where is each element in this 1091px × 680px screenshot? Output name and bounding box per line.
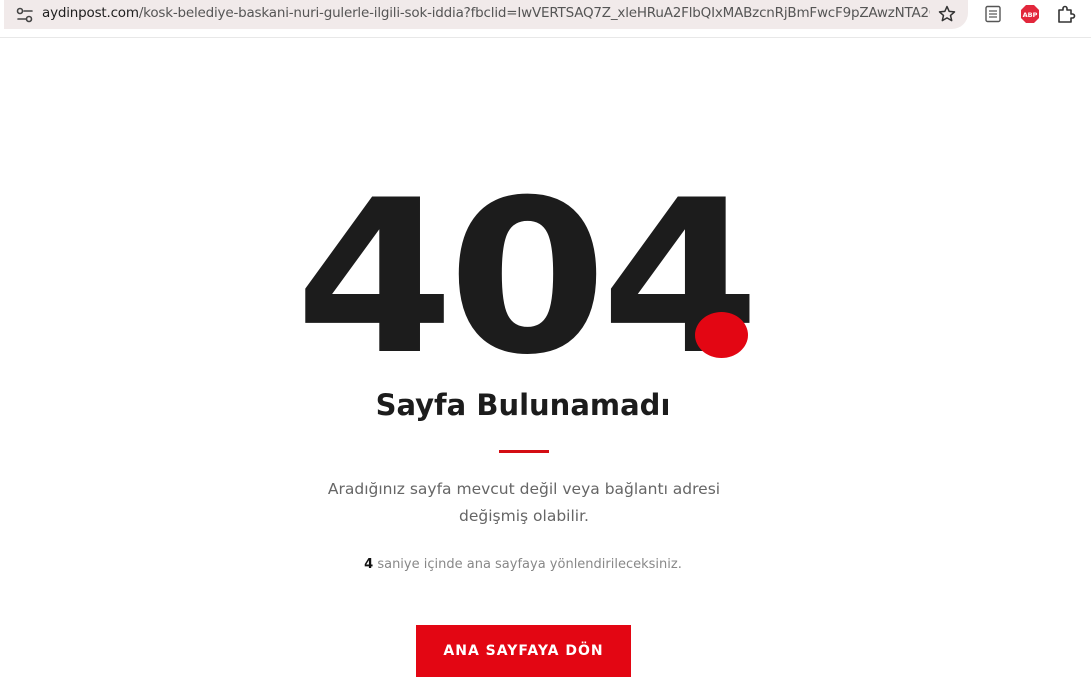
title-divider [499, 450, 549, 453]
error-message: Aradığınız sayfa mevcut değil veya bağla… [327, 480, 721, 525]
url-text[interactable]: aydinpost.com/kosk-belediye-baskani-nuri… [42, 5, 930, 21]
url-path: /kosk-belediye-baskani-nuri-gulerle-ilgi… [138, 5, 930, 21]
bookmark-star-icon[interactable] [937, 4, 957, 24]
browser-toolbar: aydinpost.com/kosk-belediye-baskani-nuri… [0, 0, 1091, 38]
address-bar[interactable]: aydinpost.com/kosk-belediye-baskani-nuri… [4, 0, 968, 29]
adblock-plus-icon[interactable]: ABP [1020, 4, 1040, 24]
error-page: 404 Sayfa Bulunamadı Aradığınız sayfa me… [0, 38, 1091, 680]
error-code: 404 [295, 154, 760, 401]
reader-mode-icon[interactable] [984, 5, 1002, 23]
abp-label: ABP [1023, 11, 1038, 19]
countdown-seconds: 4 [364, 557, 374, 572]
extensions-puzzle-icon[interactable] [1056, 4, 1076, 24]
site-info-icon[interactable] [16, 7, 34, 23]
home-button[interactable]: ANA SAYFAYA DÖN [416, 625, 631, 677]
accent-dot [695, 312, 748, 358]
countdown-text: saniye içinde ana sayfaya yönlendirilece… [377, 557, 682, 572]
url-host: aydinpost.com [42, 5, 139, 21]
page-title: Sayfa Bulunamadı [375, 388, 671, 422]
redirect-notice: 4 saniye içinde ana sayfaya yönlendirile… [0, 557, 1046, 572]
